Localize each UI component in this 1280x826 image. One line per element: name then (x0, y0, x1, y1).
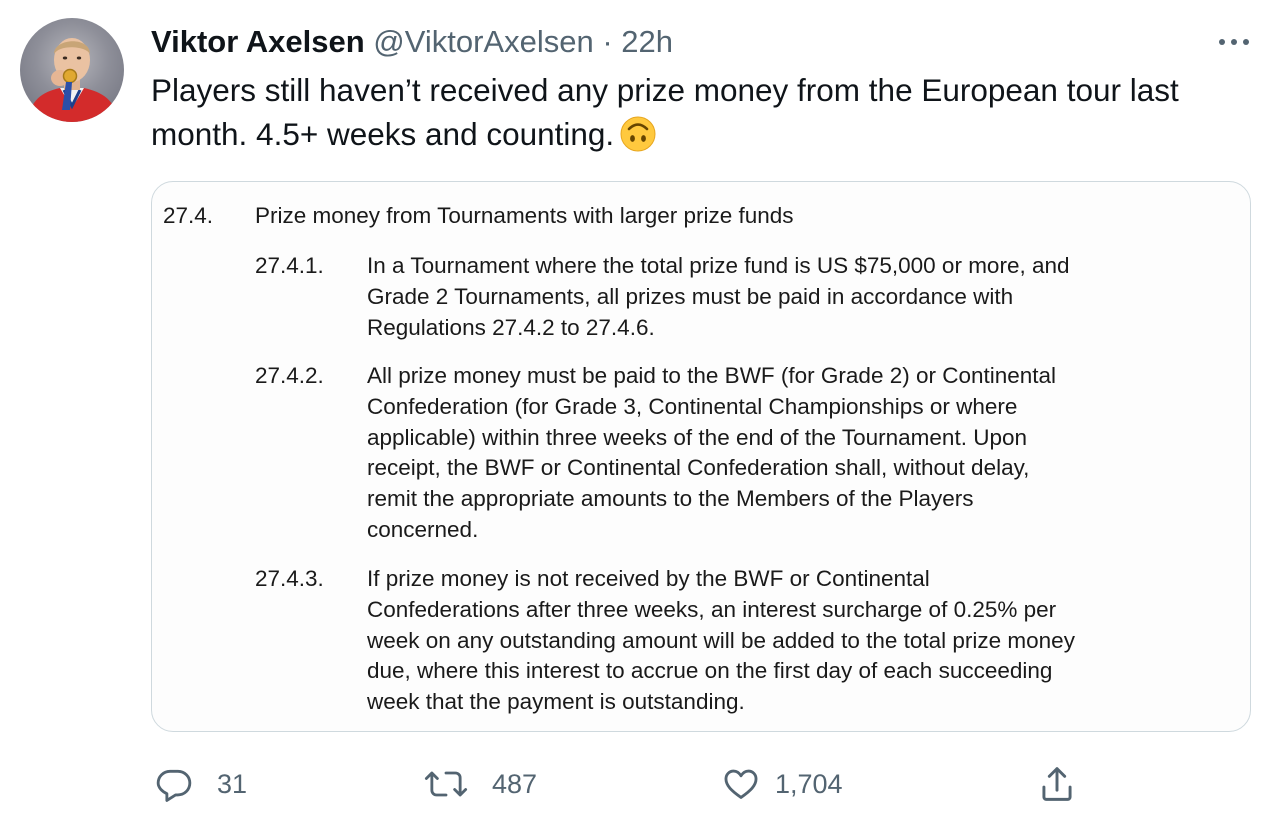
text-line: If prize money is not received by the BW… (367, 566, 930, 591)
subsection-text: All prize money must be paid to the BWF … (367, 361, 1142, 546)
text-line: receipt, the BWF or Continental Confeder… (367, 455, 1030, 481)
text-line: Confederations after three weeks, an int… (367, 596, 1057, 622)
attached-image[interactable]: 27.4. Prize money from Tournaments with … (151, 181, 1251, 732)
text-line: week that the payment is outstanding. (367, 689, 745, 715)
reply-button[interactable]: 31 (155, 762, 247, 806)
more-icon (1219, 39, 1249, 45)
regulation-document: 27.4. Prize money from Tournaments with … (152, 182, 1250, 731)
subsection-number: 27.4.2. (255, 363, 324, 388)
tweet-actions: 31 487 1,704 (0, 762, 1280, 806)
author-name[interactable]: Viktor Axelsen (151, 24, 365, 59)
separator-dot: · (602, 24, 613, 59)
avatar-image (28, 38, 118, 122)
like-icon (724, 769, 758, 799)
retweet-icon (424, 771, 468, 797)
retweet-button[interactable]: 487 (424, 762, 537, 806)
reply-count: 31 (217, 768, 248, 799)
text-line: due, where this interest to accrue on th… (367, 658, 1053, 684)
reply-icon (156, 769, 192, 802)
tweet-body: Players still haven’t received any prize… (151, 72, 1179, 152)
text-line: week on any outstanding amount will be a… (367, 627, 1075, 653)
text-line: Confederation (for Grade 3, Continental … (367, 393, 1018, 419)
subsection-text: In a Tournament where the total prize fu… (367, 251, 1142, 343)
text-line: applicable) within three weeks of the en… (367, 424, 1027, 450)
subsection-number: 27.4.3. (255, 566, 324, 591)
tweet-text: Players still haven’t received any prize… (151, 68, 1251, 156)
tweet-header: Viktor Axelsen @ViktorAxelsen · 22h (151, 22, 673, 62)
text-line: remit the appropriate amounts to the Mem… (367, 486, 974, 512)
section-number: 27.4. (163, 203, 214, 228)
text-line: In a Tournament where the total prize fu… (367, 253, 1070, 278)
share-button[interactable] (1038, 762, 1076, 806)
section-title: Prize money from Tournaments with larger… (255, 203, 794, 228)
timestamp[interactable]: 22h (621, 24, 673, 59)
avatar[interactable] (20, 18, 124, 122)
text-line: Grade 2 Tournaments, all prizes must be … (367, 283, 1014, 309)
like-button[interactable]: 1,704 (721, 762, 843, 806)
tweet: Viktor Axelsen @ViktorAxelsen · 22h Play… (0, 0, 1280, 826)
share-icon (1042, 767, 1072, 801)
subsection-number: 27.4.1. (255, 253, 324, 278)
more-options-button[interactable] (1214, 30, 1254, 54)
text-line: All prize money must be paid to the BWF … (367, 363, 1057, 388)
author-handle[interactable]: @ViktorAxelsen (373, 24, 593, 59)
subsection-text: If prize money is not received by the BW… (367, 564, 1142, 718)
upside-down-face-emoji-icon (620, 116, 656, 152)
retweet-count: 487 (492, 768, 538, 799)
text-line: Regulations 27.4.2 to 27.4.6. (367, 314, 655, 340)
text-line: concerned. (367, 516, 479, 542)
like-count: 1,704 (775, 768, 843, 799)
